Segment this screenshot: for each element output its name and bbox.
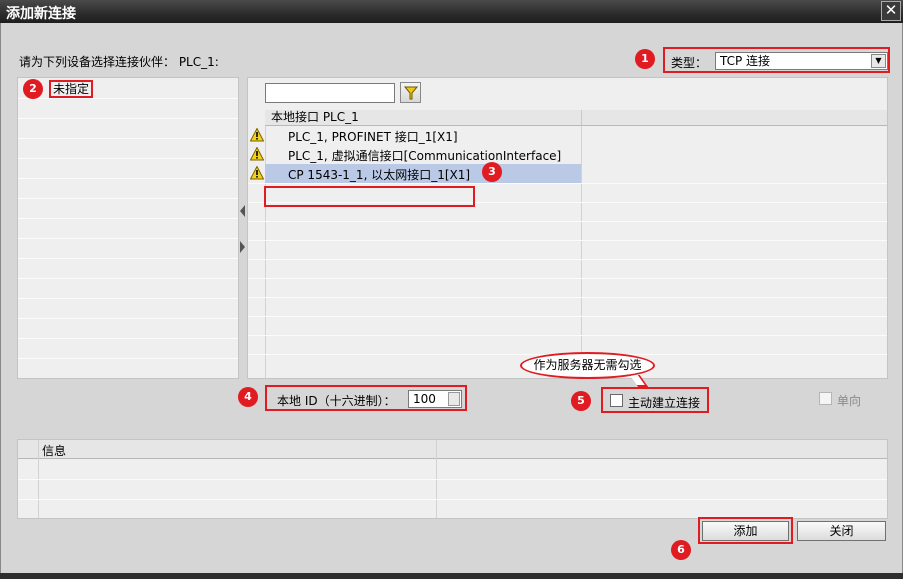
filter-icon: [404, 86, 418, 100]
active-connection-checkbox[interactable]: [610, 394, 623, 407]
filter-button[interactable]: [400, 82, 421, 103]
type-dropdown-value: TCP 连接: [720, 54, 771, 68]
warning-icon: [250, 147, 264, 161]
local-id-group: 本地 ID（十六进制）： 100: [265, 385, 467, 411]
grid-line: [248, 183, 887, 184]
table-row[interactable]: PLC_1, 虚拟通信接口[CommunicationInterface]: [248, 145, 887, 164]
annotation-badge-2: 2: [23, 79, 43, 99]
grid-line: [18, 98, 238, 99]
grid-line: [248, 297, 887, 298]
annotation-badge-5: 5: [571, 391, 591, 411]
column-header-local-interface[interactable]: 本地接口 PLC_1: [265, 110, 581, 126]
partner-item-unassigned[interactable]: 未指定: [49, 80, 94, 98]
grid-line: [18, 218, 238, 219]
grid-line: [248, 278, 887, 279]
grid-line: [18, 338, 238, 339]
add-button[interactable]: 添加: [702, 521, 789, 541]
active-connection-label[interactable]: 主动建立连接: [628, 394, 700, 411]
active-connection-group: 主动建立连接: [601, 387, 709, 413]
grid-line: [18, 138, 238, 139]
title-bar: 添加新连接 ✕: [0, 0, 903, 23]
grid-line: [248, 240, 887, 241]
interface-list: 本地接口 PLC_1 PLC_1, PROFINET 接口_1[X1] PLC_…: [247, 77, 888, 379]
type-label: 类型：: [671, 56, 708, 70]
warning-icon: [250, 166, 264, 180]
interface-name: PLC_1, PROFINET 接口_1[X1]: [288, 130, 458, 144]
warning-icon: [250, 128, 264, 142]
grid-line: [18, 258, 238, 259]
info-panel: 信息: [17, 439, 888, 519]
info-header: 信息: [18, 440, 887, 459]
table-row[interactable]: PLC_1, PROFINET 接口_1[X1]: [248, 126, 887, 145]
grid-line: [18, 278, 238, 279]
info-title: 信息: [42, 444, 67, 458]
annotation-badge-6: 6: [671, 540, 691, 560]
grid-line: [18, 198, 238, 199]
grid-line: [18, 318, 238, 319]
grid-line: [18, 158, 238, 159]
table-row-selected[interactable]: CP 1543-1_1, 以太网接口_1[X1]: [248, 164, 887, 183]
annotation-badge-1: 1: [635, 49, 655, 69]
chevron-down-icon[interactable]: ▼: [871, 54, 886, 68]
expand-right-icon[interactable]: [240, 241, 245, 253]
column-header-empty: [581, 110, 887, 126]
prompt-text: 请为下列设备选择连接伙伴： PLC_1:: [19, 55, 219, 69]
type-dropdown[interactable]: TCP 连接 ▼: [715, 52, 888, 70]
type-selector-group: 类型： TCP 连接 ▼: [663, 47, 890, 73]
panel-splitter[interactable]: [239, 77, 247, 379]
interface-name: CP 1543-1_1, 以太网接口_1[X1]: [288, 168, 471, 182]
close-icon[interactable]: ✕: [881, 1, 901, 21]
close-button[interactable]: 关闭: [797, 521, 886, 541]
grid-line: [248, 335, 887, 336]
grid-line: [18, 298, 238, 299]
annotation-badge-3: 3: [482, 162, 502, 182]
local-id-input[interactable]: 100: [408, 390, 462, 408]
grid-line: [18, 358, 238, 359]
grid-line: [18, 238, 238, 239]
local-id-label: 本地 ID（十六进制）：: [277, 394, 396, 408]
unidirectional-label: 单向: [837, 394, 862, 408]
interface-name: PLC_1, 虚拟通信接口[CommunicationInterface]: [288, 149, 562, 163]
grid-line: [248, 259, 887, 260]
grid-line: [18, 178, 238, 179]
spin-icon[interactable]: [448, 392, 460, 406]
grid-line: [248, 316, 887, 317]
grid-line: [18, 118, 238, 119]
partner-device-list: 未指定: [17, 77, 239, 379]
collapse-left-icon[interactable]: [240, 205, 245, 217]
filter-input[interactable]: [265, 83, 395, 103]
dialog-body: 请为下列设备选择连接伙伴： PLC_1: 1 类型： TCP 连接 ▼ 未指定 …: [0, 23, 903, 579]
annotation-callout: 作为服务器无需勾选: [520, 352, 655, 379]
bottom-border: [0, 573, 903, 579]
local-id-value: 100: [413, 392, 436, 406]
grid-line: [18, 499, 887, 500]
annotation-outline-selected-interface: [264, 186, 475, 207]
grid-line: [248, 221, 887, 222]
annotation-badge-4: 4: [238, 387, 258, 407]
unidirectional-checkbox: [819, 392, 832, 405]
grid-line: [18, 479, 887, 480]
window-title: 添加新连接: [6, 6, 76, 22]
